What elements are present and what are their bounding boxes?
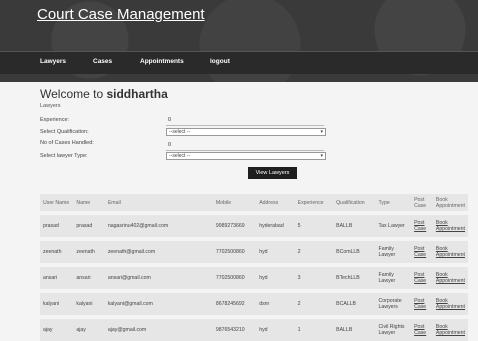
cases-underline <box>166 150 324 151</box>
col-qualification: Qualification <box>336 199 365 206</box>
cell-name: kalyani <box>73 289 105 317</box>
cell-name: zeenath <box>73 237 105 265</box>
cell-name: prasad <box>73 211 105 239</box>
book-appointment-link[interactable]: Book Appointment <box>432 289 468 317</box>
col-type: Type <box>378 199 390 206</box>
header-banner: Court Case Management Lawyers Cases Appo… <box>0 0 478 82</box>
cell-address: hyd <box>256 315 295 341</box>
cell-name: ajay <box>73 315 105 341</box>
table-row: ajay ajay ajay@gmail.com 9876543210 hyd 1 BALL… <box>40 315 468 341</box>
cell-mobile: 9989273669 <box>212 211 257 239</box>
book-appointment-link[interactable]: Book Appointment <box>432 263 468 291</box>
col-username: User Name <box>43 199 70 206</box>
post-case-link[interactable]: Post Case <box>411 289 433 317</box>
cell-experience: 2 <box>294 237 334 265</box>
cases-input[interactable]: 0 <box>168 142 171 148</box>
col-post-case: Post Case <box>414 196 427 209</box>
welcome-heading: Welcome to siddhartha <box>40 87 168 101</box>
cell-qualification: BComLLB <box>333 237 376 265</box>
cell-type: Family Lawyer <box>375 263 412 291</box>
nav-cases[interactable]: Cases <box>93 58 112 65</box>
cell-experience: 2 <box>294 289 334 317</box>
lawyer-type-select[interactable]: --select -- ▾ <box>166 152 326 160</box>
cell-mobile: 7702500860 <box>212 263 257 291</box>
app-title[interactable]: Court Case Management <box>37 6 205 23</box>
cell-mobile: 8678245692 <box>212 289 257 317</box>
cell-username: prasad <box>40 211 74 239</box>
post-case-link[interactable]: Post Case <box>411 315 433 341</box>
col-experience: Experience <box>297 199 324 206</box>
table-row: ansari ansari ansari@gmail.com 7702500860 hy… <box>40 263 468 291</box>
col-mobile: Mobile <box>215 199 232 206</box>
cell-address: hyd <box>256 263 295 291</box>
post-case-link[interactable]: Post Case <box>411 211 433 239</box>
nav-logout[interactable]: logout <box>210 58 230 65</box>
table-header-row: User Name Name Email Mobile Address Expe… <box>40 194 468 213</box>
cell-address: hyd <box>256 237 295 265</box>
qualification-label: Select Qualification: <box>40 129 89 135</box>
experience-underline <box>166 125 324 126</box>
cell-experience: 3 <box>294 263 334 291</box>
col-address: Address <box>259 199 279 206</box>
view-lawyers-button[interactable]: View Lawyers <box>248 167 297 179</box>
welcome-prefix: Welcome to <box>40 87 107 101</box>
post-case-link[interactable]: Post Case <box>411 237 433 265</box>
cell-username: ajay <box>40 315 74 341</box>
table-row: kalyani kalyani kalyani@gmail.com 867824569… <box>40 289 468 317</box>
post-case-link[interactable]: Post Case <box>411 263 433 291</box>
table-row: zeenath zeenath zeenath@gmail.com 770250086… <box>40 237 468 265</box>
cell-email: ansari@gmail.com <box>104 263 213 291</box>
cell-qualification: BTechLLB <box>333 263 376 291</box>
table-row: prasad prasad nagasrinu402@gmail.com 998927… <box>40 211 468 239</box>
welcome-username: siddhartha <box>106 87 168 101</box>
book-appointment-link[interactable]: Book Appointment <box>432 211 468 239</box>
cell-name: ansari <box>73 263 105 291</box>
cell-experience: 1 <box>294 315 334 341</box>
nav-bar: Lawyers Cases Appointments logout <box>0 51 478 74</box>
col-book-appointment: Book Appointment <box>435 196 466 209</box>
book-appointment-link[interactable]: Book Appointment <box>432 315 468 341</box>
cell-address: hyderabad <box>256 211 295 239</box>
experience-input[interactable]: 0 <box>168 117 171 123</box>
cell-experience: 5 <box>294 211 334 239</box>
cell-mobile: 7702500860 <box>212 237 257 265</box>
cell-username: zeenath <box>40 237 74 265</box>
qualification-value: --select -- <box>169 129 191 135</box>
cases-label: No of Cases Handled: <box>40 140 94 146</box>
lawyer-type-value: --select -- <box>169 153 191 159</box>
chevron-down-icon: ▾ <box>320 129 323 135</box>
cell-qualification: BALLB <box>333 211 376 239</box>
experience-label: Experience: <box>40 117 70 123</box>
cell-username: ansari <box>40 263 74 291</box>
cell-type: Civil Rights Lawyer <box>375 315 412 341</box>
cell-mobile: 9876543210 <box>212 315 257 341</box>
book-appointment-link[interactable]: Book Appointment <box>432 237 468 265</box>
cell-username: kalyani <box>40 289 74 317</box>
cell-type: Corporate Lawyers <box>375 289 412 317</box>
cell-email: kalyani@gmail.com <box>104 289 213 317</box>
cell-type: Family Lawyer <box>375 237 412 265</box>
nav-appointments[interactable]: Appointments <box>140 58 184 65</box>
col-name: Name <box>76 199 91 206</box>
lawyer-type-label: Select lawyer Type: <box>40 153 88 159</box>
cell-email: ajay@gmail.com <box>104 315 213 341</box>
cell-email: nagasrinu402@gmail.com <box>104 211 213 239</box>
cell-address: dsnr <box>256 289 295 317</box>
cell-qualification: BALLB <box>333 315 376 341</box>
chevron-down-icon: ▾ <box>320 153 323 159</box>
nav-lawyers[interactable]: Lawyers <box>40 58 66 65</box>
col-email: Email <box>107 199 121 206</box>
cell-email: zeenath@gmail.com <box>104 237 213 265</box>
cell-qualification: BCALLB <box>333 289 376 317</box>
section-label: Lawyers <box>40 103 61 109</box>
qualification-select[interactable]: --select -- ▾ <box>166 128 326 136</box>
cell-type: Tax Lawyer <box>375 211 412 239</box>
